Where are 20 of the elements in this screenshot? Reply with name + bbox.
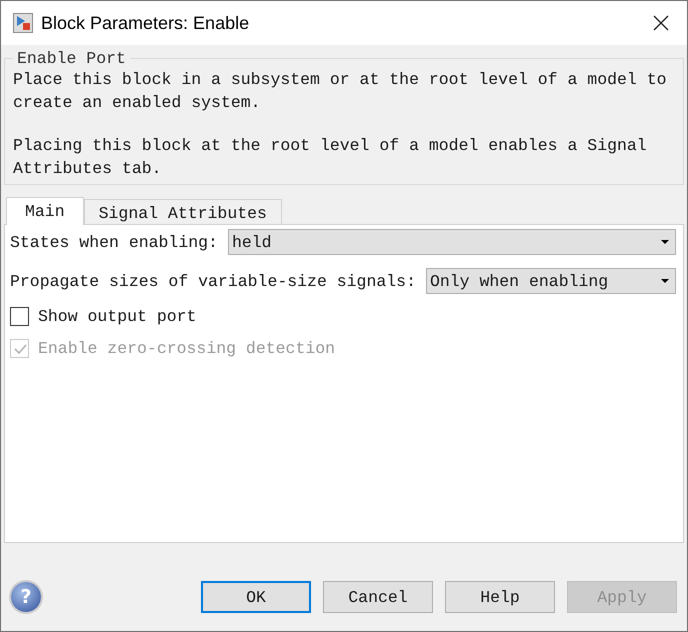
field-label: States when enabling:	[10, 232, 218, 252]
window-title: Block Parameters: Enable	[41, 12, 250, 34]
dropdown[interactable]: Only when enabling	[426, 268, 676, 294]
close-icon[interactable]	[653, 15, 669, 31]
dialog-button[interactable]: OK	[201, 581, 311, 613]
checkbox-label: Enable zero-crossing detection	[38, 339, 336, 358]
tab[interactable]: Main	[6, 197, 84, 225]
group-title: Enable Port	[16, 49, 127, 68]
description-text: Placing this block at the root level of a model enables a Signal Attributes tab.	[13, 135, 648, 180]
dialog-button[interactable]: Help	[445, 581, 555, 613]
dropdown[interactable]: held	[228, 229, 676, 255]
dialog-button[interactable]: Cancel	[323, 581, 433, 613]
field-label: Propagate sizes of variable-size signals:	[10, 272, 416, 290]
description-text: Place this block in a subsystem or at the root level of a model to create an enabled system.	[13, 69, 668, 114]
tab[interactable]: Signal Attributes	[84, 199, 282, 224]
checkbox-label: Show output port	[38, 307, 196, 326]
checkbox[interactable]	[10, 307, 29, 326]
block-icon	[13, 13, 33, 33]
caret-icon	[661, 279, 669, 283]
caret-icon	[661, 240, 669, 244]
